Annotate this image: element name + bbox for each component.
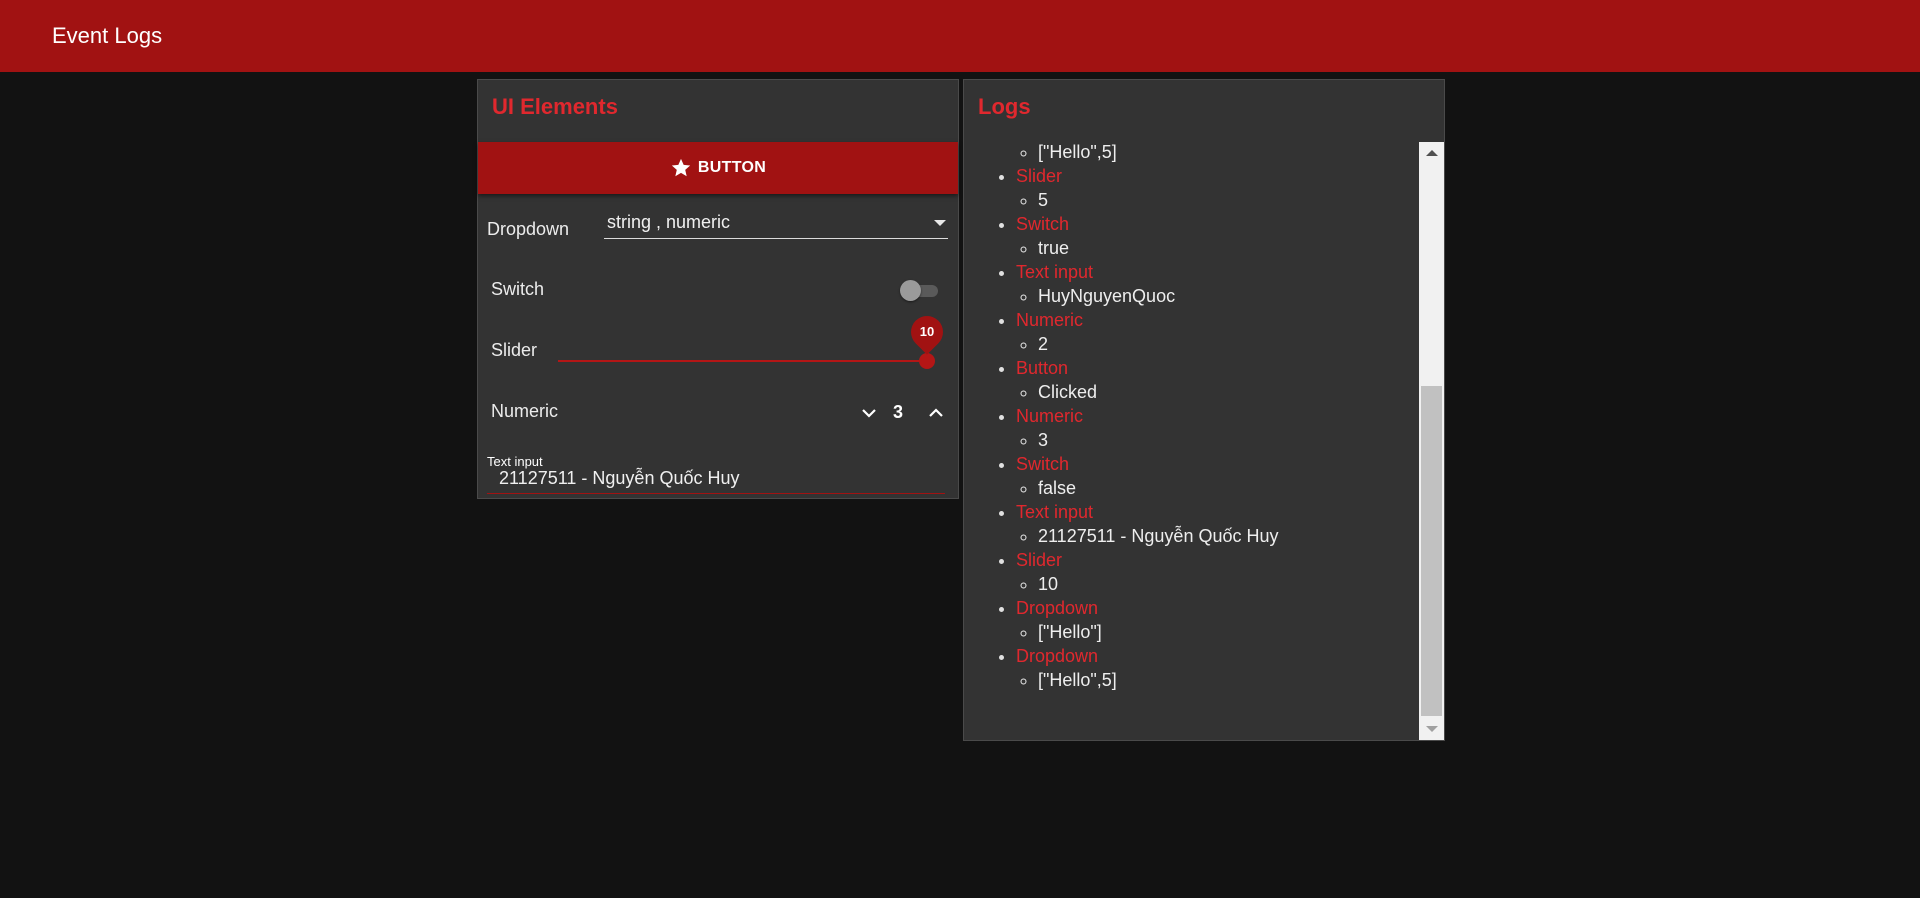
log-event-detail: 5 xyxy=(1038,188,1279,212)
numeric-value[interactable]: 3 xyxy=(893,402,903,423)
log-detail-list: 10 xyxy=(1016,572,1279,596)
log-detail-list: 5 xyxy=(1016,188,1279,212)
caret-down-icon xyxy=(934,220,946,226)
ui-elements-title: UI Elements xyxy=(492,94,618,119)
log-detail-list: true xyxy=(1016,236,1279,260)
switch-label: Switch xyxy=(491,279,545,299)
switch-toggle[interactable] xyxy=(900,279,940,301)
log-entry: Text inputHuyNguyenQuoc xyxy=(1016,260,1279,308)
log-entry: Dropdown["Hello"] xyxy=(1016,596,1279,644)
slider-label: Slider xyxy=(491,340,538,360)
log-detail-list: 21127511 - Nguyễn Quốc Huy xyxy=(1016,524,1279,548)
log-event-detail: ["Hello"] xyxy=(1038,620,1279,644)
log-entry: Numeric3 xyxy=(1016,404,1279,452)
log-detail-list: ["Hello"] xyxy=(1016,620,1279,644)
log-event-detail: ["Hello",5] xyxy=(1038,668,1279,692)
log-event-name: Button xyxy=(1016,358,1069,378)
dropdown-value: string , numeric xyxy=(607,212,731,232)
log-event-name: Slider xyxy=(1016,166,1063,186)
logs-scroll-area[interactable]: Dropdown["Hello",5]Slider5SwitchtrueText… xyxy=(964,142,1418,740)
log-entry: Dropdown["Hello",5] xyxy=(1016,142,1279,164)
log-detail-list: ["Hello",5] xyxy=(1016,142,1279,164)
dropdown-select[interactable]: string , numeric xyxy=(604,208,948,239)
text-input-underline xyxy=(487,493,945,494)
ui-elements-panel: UI Elements BUTTON Dropdown string , num… xyxy=(477,79,959,499)
log-event-name: Text input xyxy=(1016,502,1094,522)
scroll-down-arrow-icon[interactable] xyxy=(1426,726,1438,732)
text-input-field[interactable]: Text input 21127511 - Nguyễn Quốc Huy xyxy=(487,454,945,494)
log-entry: ButtonClicked xyxy=(1016,356,1279,404)
log-detail-list: HuyNguyenQuoc xyxy=(1016,284,1279,308)
log-event-detail: 3 xyxy=(1038,428,1279,452)
text-input-value: 21127511 - Nguyễn Quốc Huy xyxy=(499,468,740,488)
log-entry: Slider5 xyxy=(1016,164,1279,212)
scroll-up-arrow-icon[interactable] xyxy=(1426,150,1438,156)
scrollbar-thumb[interactable] xyxy=(1421,386,1442,716)
log-event-detail: 21127511 - Nguyễn Quốc Huy xyxy=(1038,524,1279,548)
slider-fill xyxy=(558,360,927,362)
logs-panel: Logs Dropdown["Hello",5]Slider5Switchtru… xyxy=(963,79,1445,741)
primary-button[interactable]: BUTTON xyxy=(478,142,958,194)
app-header: Event Logs xyxy=(0,0,1920,72)
switch-thumb xyxy=(900,280,921,301)
log-entry: Slider10 xyxy=(1016,548,1279,596)
log-list: Dropdown["Hello",5]Slider5SwitchtrueText… xyxy=(964,142,1279,692)
log-entry: Numeric2 xyxy=(1016,308,1279,356)
log-detail-list: 2 xyxy=(1016,332,1279,356)
log-event-detail: ["Hello",5] xyxy=(1038,142,1279,164)
log-detail-list: false xyxy=(1016,476,1279,500)
log-detail-list: Clicked xyxy=(1016,380,1279,404)
log-event-name: Dropdown xyxy=(1016,598,1099,618)
slider-value-label: 10 xyxy=(919,324,935,339)
log-event-detail: false xyxy=(1038,476,1279,500)
log-event-name: Text input xyxy=(1016,262,1094,282)
dropdown-label: Dropdown xyxy=(487,219,570,239)
numeric-label: Numeric xyxy=(491,401,559,421)
log-event-name: Switch xyxy=(1016,454,1070,474)
log-event-name: Numeric xyxy=(1016,310,1084,330)
log-entry: Text input21127511 - Nguyễn Quốc Huy xyxy=(1016,500,1279,548)
chevron-down-icon[interactable] xyxy=(859,403,879,423)
log-entry: Dropdown["Hello",5] xyxy=(1016,644,1279,692)
log-entry: Switchtrue xyxy=(1016,212,1279,260)
log-detail-list: ["Hello",5] xyxy=(1016,668,1279,692)
logs-scrollbar[interactable] xyxy=(1419,142,1444,740)
log-event-detail: Clicked xyxy=(1038,380,1279,404)
log-event-name: Numeric xyxy=(1016,406,1084,426)
log-detail-list: 3 xyxy=(1016,428,1279,452)
app-title: Event Logs xyxy=(52,23,163,48)
log-event-name: Slider xyxy=(1016,550,1063,570)
log-event-detail: 10 xyxy=(1038,572,1279,596)
slider-rail[interactable] xyxy=(558,360,927,362)
slider-value-pin: 10 xyxy=(904,309,950,355)
log-event-name: Dropdown xyxy=(1016,646,1099,666)
star-icon xyxy=(671,158,691,177)
log-event-name: Switch xyxy=(1016,214,1070,234)
log-event-detail: true xyxy=(1038,236,1279,260)
primary-button-label: BUTTON xyxy=(697,159,767,176)
log-event-detail: 2 xyxy=(1038,332,1279,356)
log-event-detail: HuyNguyenQuoc xyxy=(1038,284,1279,308)
log-entry: Switchfalse xyxy=(1016,452,1279,500)
logs-title: Logs xyxy=(978,94,1031,119)
chevron-up-icon[interactable] xyxy=(926,403,946,423)
slider-thumb[interactable] xyxy=(919,353,935,369)
text-input-label: Text input xyxy=(487,454,543,469)
